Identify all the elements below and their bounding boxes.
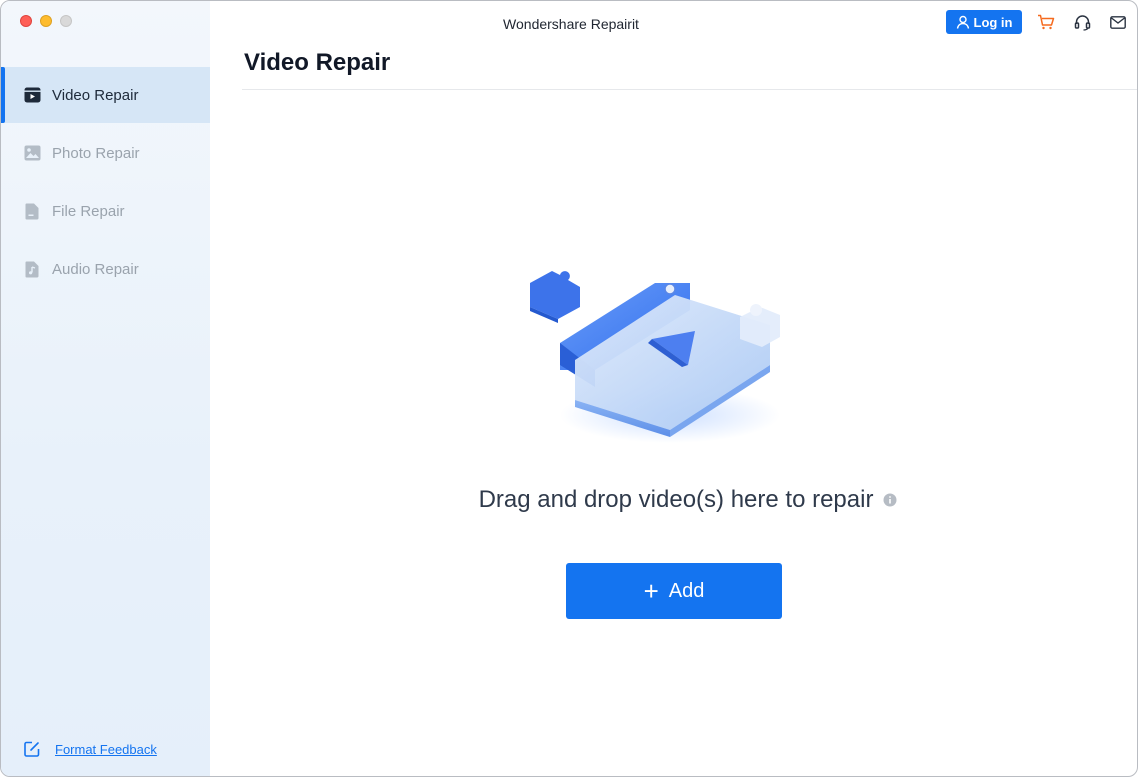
audio-icon [23, 260, 41, 278]
photo-icon [23, 144, 41, 162]
video-icon [23, 86, 41, 104]
sidebar: Video Repair Photo Repair File Repair Au… [1, 1, 210, 776]
file-icon [23, 202, 41, 220]
plus-icon: + [643, 576, 659, 606]
login-button[interactable]: Log in [946, 10, 1022, 34]
sidebar-item-label: Photo Repair [52, 144, 140, 162]
edit-icon [23, 740, 41, 758]
close-window-button[interactable] [20, 15, 32, 27]
page-title: Video Repair [244, 49, 391, 76]
app-window: Video Repair Photo Repair File Repair Au… [0, 0, 1138, 777]
cart-icon[interactable] [1037, 13, 1055, 31]
user-icon [956, 15, 970, 29]
drop-zone[interactable]: Drag and drop video(s) here to repair + … [210, 90, 1137, 776]
headset-icon[interactable] [1073, 13, 1091, 31]
sidebar-item-audio-repair[interactable]: Audio Repair [1, 241, 210, 297]
add-label: Add [668, 579, 705, 602]
maximize-window-button[interactable] [60, 15, 72, 27]
feedback-label: Format Feedback [55, 741, 157, 757]
minimize-window-button[interactable] [40, 15, 52, 27]
sidebar-item-label: File Repair [52, 202, 125, 220]
sidebar-item-file-repair[interactable]: File Repair [1, 183, 210, 239]
drop-instruction: Drag and drop video(s) here to repair [478, 486, 898, 514]
info-icon[interactable] [883, 493, 897, 507]
mail-icon[interactable] [1109, 13, 1127, 31]
format-feedback-link[interactable]: Format Feedback [23, 740, 157, 758]
sidebar-item-label: Audio Repair [52, 260, 139, 278]
add-button[interactable]: + Add [566, 563, 782, 619]
window-title: Wondershare Repairit [503, 16, 639, 32]
window-controls [20, 15, 72, 27]
sidebar-item-video-repair[interactable]: Video Repair [1, 67, 210, 123]
login-label: Log in [973, 14, 1013, 30]
video-illustration [530, 265, 795, 445]
sidebar-nav: Video Repair Photo Repair File Repair Au… [1, 67, 210, 299]
sidebar-item-label: Video Repair [52, 86, 139, 104]
sidebar-item-photo-repair[interactable]: Photo Repair [1, 125, 210, 181]
drop-instruction-label: Drag and drop video(s) here to repair [478, 486, 874, 513]
